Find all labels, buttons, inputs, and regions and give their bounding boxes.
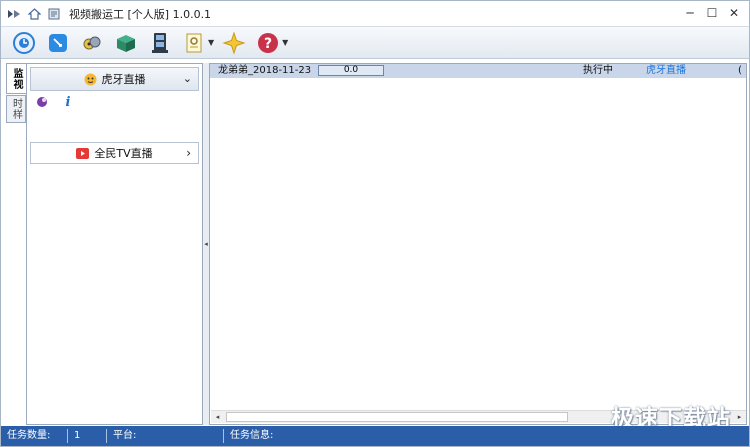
star-tool-icon[interactable]	[220, 29, 247, 56]
status-task-info-label: 任务信息:	[223, 429, 273, 443]
box-tool-icon[interactable]	[112, 29, 139, 56]
settings-dropdown-arrow[interactable]: ▼	[208, 38, 214, 47]
task-progress: 0.0	[318, 65, 384, 76]
info-icon[interactable]: i	[61, 95, 75, 110]
vertical-tabs: 监视 时样	[6, 63, 26, 423]
tag-tool-icon[interactable]	[44, 29, 71, 56]
close-button[interactable]: ✕	[723, 4, 745, 22]
group-quanmin-header[interactable]: 全民TV直播 ›	[30, 142, 199, 164]
maximize-button[interactable]: ☐	[701, 4, 723, 22]
tab-monitor[interactable]: 监视	[6, 63, 26, 94]
clock-tool-icon[interactable]	[10, 29, 37, 56]
home-icon[interactable]	[27, 7, 41, 21]
tab-schedule[interactable]: 时样	[6, 95, 26, 123]
chevron-down-icon: ⌄	[182, 72, 192, 85]
title-bar: 视频搬运工 [个人版] 1.0.0.1 ─ ☐ ✕	[1, 1, 749, 26]
task-status: 执行中	[583, 65, 613, 76]
chevron-right-icon: ›	[186, 146, 191, 160]
status-task-count-label: 任务数量:	[7, 430, 51, 441]
status-platform-label: 平台:	[106, 429, 136, 443]
minimize-button[interactable]: ─	[679, 4, 701, 22]
group-quanmin-label: 全民TV直播	[94, 147, 153, 160]
task-platform[interactable]: 虎牙直播	[646, 64, 686, 78]
task-icon[interactable]	[47, 7, 61, 21]
status-bar: 任务数量: 1 平台: 任务信息:	[1, 426, 749, 446]
scroll-left-icon[interactable]: ◂	[211, 411, 224, 423]
help-tool-icon[interactable]: ?	[254, 29, 281, 56]
task-list: 龙弟弟_2018-11-23 0.0 执行中 虎牙直播 ( ◂ ▸	[209, 63, 747, 425]
table-row[interactable]: 龙弟弟_2018-11-23 0.0 执行中 虎牙直播 (	[210, 64, 746, 78]
settings-doc-tool-icon[interactable]	[180, 29, 207, 56]
people-tool-icon[interactable]	[78, 29, 105, 56]
video-logo-icon	[7, 7, 21, 21]
huya-user-icon[interactable]	[35, 95, 49, 109]
group-huya-label: 虎牙直播	[101, 73, 146, 86]
filmstrip-tool-icon[interactable]	[146, 29, 173, 56]
huya-logo-icon	[84, 73, 97, 86]
scroll-right-icon[interactable]: ▸	[733, 411, 746, 423]
window-controls: ─ ☐ ✕	[679, 4, 745, 22]
group-huya-items: i	[35, 95, 87, 110]
collapse-arrow-icon[interactable]: ◂	[204, 240, 208, 248]
platform-panel: 虎牙直播 ⌄ i 全民TV直播 ›	[26, 63, 203, 425]
window-title: 视频搬运工 [个人版] 1.0.0.1	[69, 7, 212, 21]
task-name: 龙弟弟_2018-11-23	[218, 65, 312, 76]
help-dropdown-arrow[interactable]: ▼	[282, 38, 288, 47]
app-window: 视频搬运工 [个人版] 1.0.0.1 ─ ☐ ✕ ▼ ? ▼ 监视 时样 虎牙…	[0, 0, 750, 447]
scroll-thumb[interactable]	[226, 412, 568, 422]
task-extra: (	[738, 65, 742, 76]
group-huya-header[interactable]: 虎牙直播 ⌄	[30, 67, 199, 91]
toolbar: ▼ ? ▼	[1, 26, 749, 59]
quanmin-logo-icon	[76, 147, 90, 159]
status-task-count-value: 1	[67, 429, 80, 443]
svg-text:?: ?	[264, 36, 272, 52]
